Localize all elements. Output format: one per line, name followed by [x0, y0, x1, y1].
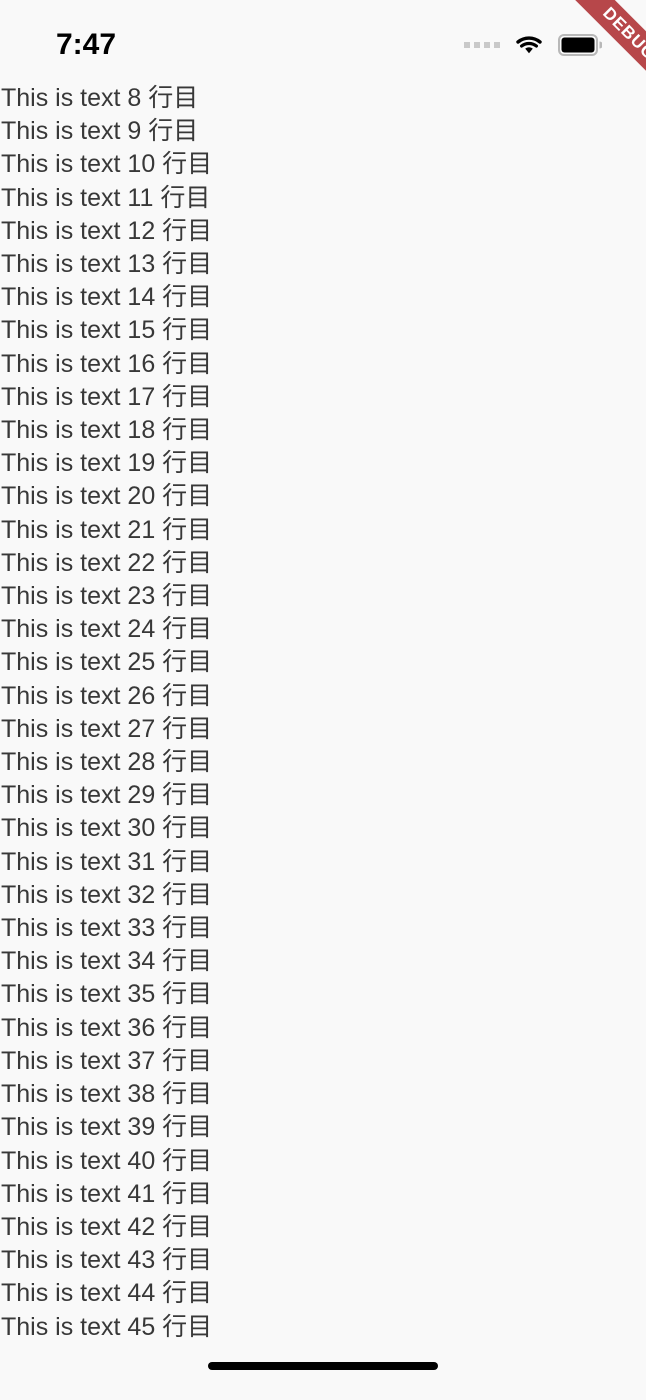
- list-item: This is text 36 行目: [1, 1013, 213, 1042]
- list-item: This is text 26 行目: [1, 681, 213, 710]
- list-item: This is text 22 行目: [1, 548, 213, 577]
- list-item: This is text 25 行目: [1, 648, 213, 677]
- list-item: This is text 20 行目: [1, 482, 213, 511]
- text-list[interactable]: This is text 8 行目 This is text 9 行目 This i…: [0, 82, 646, 1344]
- list-item: This is text 11 行目: [1, 183, 211, 212]
- home-indicator[interactable]: [208, 1362, 438, 1370]
- list-item: This is text 8 行目: [1, 84, 199, 112]
- list-item: This is text 32 行目: [1, 880, 213, 909]
- status-bar: 7:47: [0, 0, 646, 82]
- status-bar-time: 7:47: [56, 28, 117, 61]
- signal-dots-icon: [464, 42, 500, 48]
- list-item: This is text 27 行目: [1, 714, 213, 743]
- home-indicator-area: [0, 1344, 646, 1400]
- wifi-icon: [516, 36, 542, 54]
- battery-full-icon: [558, 34, 602, 56]
- list-item: This is text 10 行目: [1, 150, 213, 179]
- list-item: This is text 38 行目: [1, 1080, 213, 1109]
- list-item: This is text 37 行目: [1, 1046, 213, 1075]
- list-item: This is text 35 行目: [1, 980, 213, 1009]
- list-item: This is text 18 行目: [1, 416, 213, 445]
- list-item: This is text 34 行目: [1, 947, 213, 976]
- list-item: This is text 19 行目: [1, 449, 213, 478]
- list-item: This is text 41 行目: [1, 1179, 213, 1208]
- list-item: This is text 43 行目: [1, 1246, 213, 1275]
- list-item: This is text 9 行目: [1, 117, 199, 146]
- list-item: This is text 28 行目: [1, 748, 213, 777]
- list-item: This is text 42 行目: [1, 1212, 213, 1241]
- list-item: This is text 33 行目: [1, 914, 213, 943]
- list-item: This is text 16 行目: [1, 349, 213, 378]
- list-item: This is text 13 行目: [1, 250, 213, 279]
- list-item: This is text 31 行目: [1, 847, 213, 876]
- list-item: This is text 44 行目: [1, 1279, 213, 1308]
- status-bar-indicators: [464, 26, 612, 56]
- list-item: This is text 40 行目: [1, 1146, 213, 1175]
- list-item: This is text 12 行目: [1, 216, 213, 245]
- list-item: This is text 15 行目: [1, 316, 213, 345]
- list-item: This is text 17 行目: [1, 382, 213, 411]
- list-item: This is text 23 行目: [1, 582, 213, 611]
- list-item: This is text 29 行目: [1, 781, 213, 810]
- list-item: This is text 24 行目: [1, 615, 213, 644]
- list-item: This is text 30 行目: [1, 814, 213, 843]
- list-item: This is text 45 行目: [1, 1312, 213, 1341]
- list-item: This is text 39 行目: [1, 1113, 213, 1142]
- list-item: This is text 21 行目: [1, 515, 213, 544]
- list-item: This is text 14 行目: [1, 283, 213, 312]
- app-root: 7:47 DEBUG This is text 8 行目 This is tex…: [0, 0, 646, 1400]
